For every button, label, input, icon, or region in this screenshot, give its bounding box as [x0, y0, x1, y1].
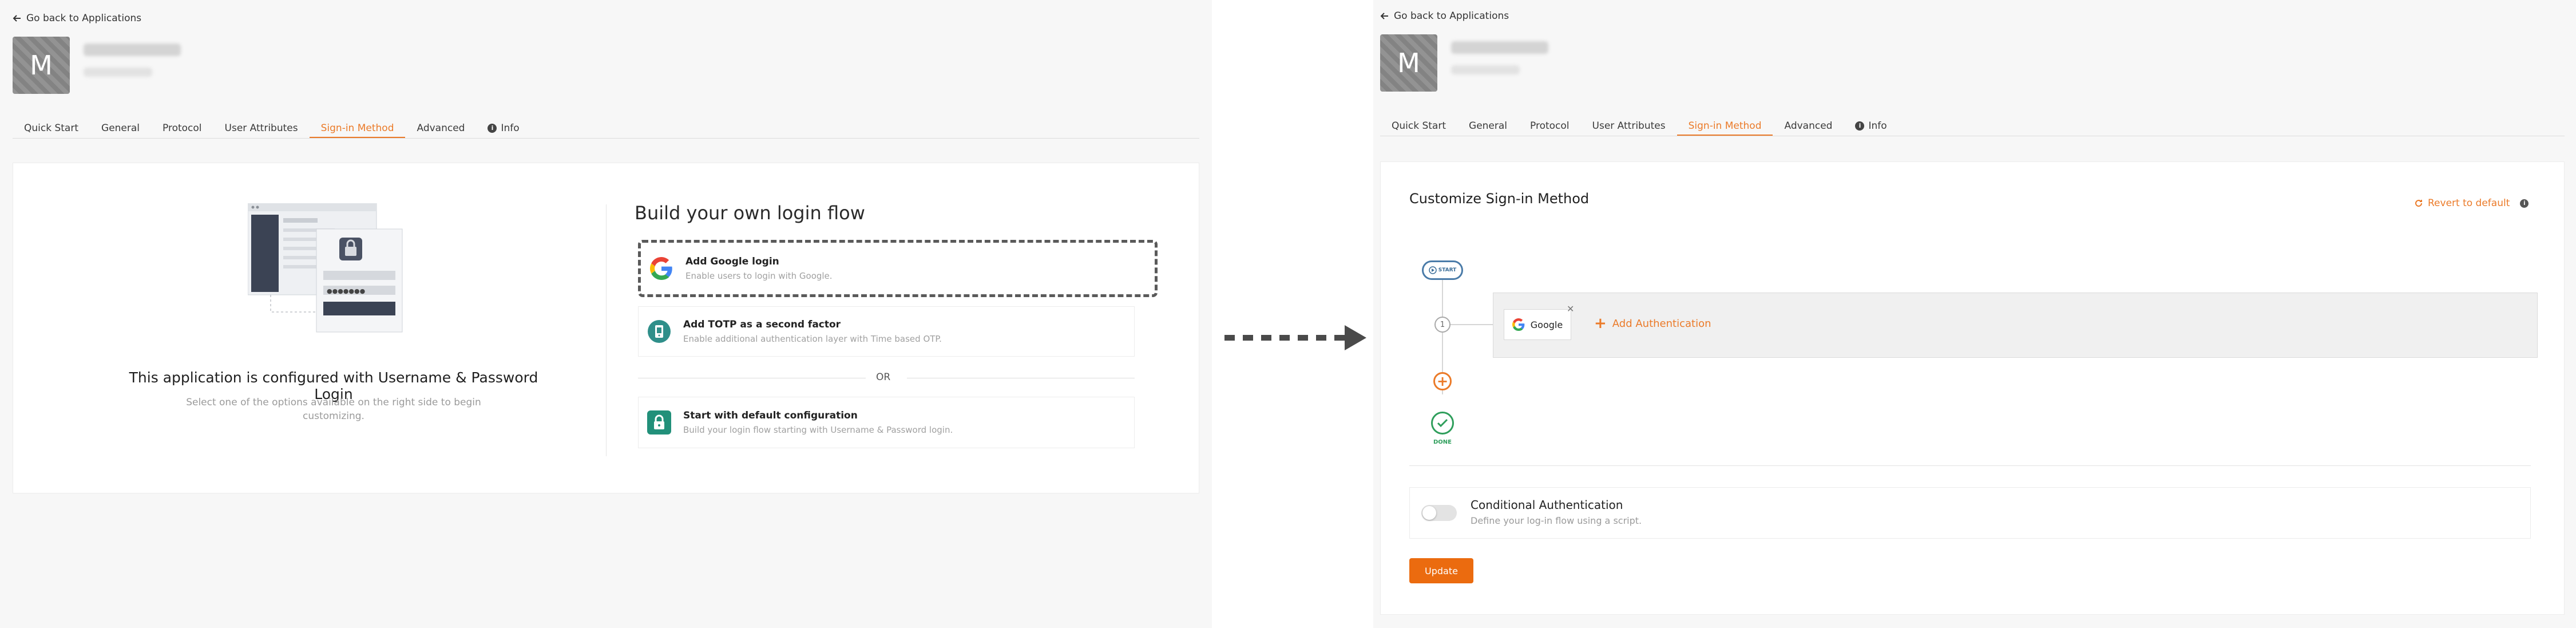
- section-divider: [1409, 465, 2531, 466]
- tab-general[interactable]: General: [1457, 117, 1519, 136]
- totp-icon: [647, 319, 672, 344]
- arrow-left-icon: [1380, 13, 1388, 19]
- back-label: Go back to Applications: [26, 13, 142, 24]
- tab-user-attributes[interactable]: User Attributes: [213, 119, 310, 138]
- right-screenshot-panel: Go back to Applications M Quick Start Gen…: [1373, 0, 2576, 628]
- option-subtitle: Enable users to login with Google.: [685, 271, 833, 281]
- back-to-applications-link[interactable]: Go back to Applications: [1380, 10, 1509, 22]
- tab-sign-in-method[interactable]: Sign-in Method: [1677, 117, 1773, 136]
- play-icon: [1428, 266, 1437, 274]
- revert-to-default-button[interactable]: Revert to default i: [2414, 198, 2529, 209]
- configured-subtitle: Select one of the options available on t…: [186, 397, 481, 422]
- transition-arrow-icon: [1224, 325, 1366, 350]
- add-step-button[interactable]: +: [1433, 372, 1452, 390]
- vertical-divider: [606, 204, 607, 456]
- tab-bar: Quick Start General Protocol User Attribute…: [1380, 117, 2565, 136]
- customize-card: Customize Sign-in Method Revert to defau…: [1380, 161, 2565, 615]
- tab-protocol[interactable]: Protocol: [151, 119, 213, 138]
- plus-icon: +: [1594, 315, 1607, 332]
- tab-info[interactable]: i Info: [476, 119, 530, 138]
- app-name-redacted: [84, 44, 181, 56]
- back-to-applications-link[interactable]: Go back to Applications: [13, 13, 141, 24]
- check-icon: [1437, 418, 1448, 428]
- google-authenticator-chip[interactable]: Google: [1504, 309, 1571, 340]
- tab-general[interactable]: General: [90, 119, 151, 138]
- option-title: Add Google login: [685, 256, 779, 267]
- tab-label: Advanced: [417, 122, 465, 134]
- add-totp-option[interactable]: Add TOTP as a second factor Enable addit…: [638, 306, 1135, 357]
- arrow-left-icon: [13, 15, 21, 22]
- app-avatar: M: [13, 37, 70, 94]
- tab-label: Info: [501, 122, 520, 134]
- start-node: START: [1422, 260, 1463, 280]
- tab-label: General: [101, 122, 140, 134]
- tab-label: Advanced: [1784, 120, 1833, 132]
- update-button[interactable]: Update: [1409, 558, 1473, 583]
- default-config-option[interactable]: Start with default configuration Build y…: [638, 397, 1135, 448]
- google-chip-label: Google: [1530, 319, 1563, 330]
- tab-label: Protocol: [163, 122, 202, 134]
- option-subtitle: Build your login flow starting with User…: [683, 425, 953, 435]
- conditional-auth-section: Conditional Authentication Define your l…: [1409, 487, 2531, 539]
- step-1-factor-box: Google ✕ + Add Authentication: [1493, 293, 2538, 358]
- tab-advanced[interactable]: Advanced: [405, 119, 476, 138]
- sign-in-card: ●●●●●●● This application is configured w…: [13, 163, 1199, 493]
- login-illustration: ●●●●●●●: [248, 203, 403, 333]
- app-avatar: M: [1380, 34, 1437, 92]
- info-icon: i: [1855, 121, 1865, 131]
- conditional-auth-title: Conditional Authentication: [1471, 498, 1623, 512]
- conditional-auth-toggle[interactable]: [1421, 505, 1457, 521]
- svg-text:●●●●●●●: ●●●●●●●: [327, 287, 365, 295]
- tab-label: Sign-in Method: [320, 122, 394, 134]
- tab-info[interactable]: i Info: [1844, 117, 1898, 136]
- back-label: Go back to Applications: [1394, 10, 1509, 22]
- tab-label: General: [1469, 120, 1508, 132]
- add-authentication-button[interactable]: + Add Authentication: [1594, 316, 1711, 331]
- info-icon: i: [488, 123, 497, 133]
- left-screenshot-panel: Go back to Applications M Quick Start Gen…: [0, 0, 1212, 628]
- lock-icon: [647, 410, 672, 435]
- info-icon: i: [2520, 199, 2529, 208]
- tab-label: Info: [1868, 120, 1887, 132]
- tab-label: Sign-in Method: [1688, 120, 1762, 132]
- build-flow-title: Build your own login flow: [635, 202, 865, 224]
- google-icon: [649, 256, 674, 281]
- step-connector: [1451, 324, 1493, 325]
- done-node: [1431, 412, 1454, 435]
- tab-label: User Attributes: [1592, 120, 1666, 132]
- add-google-login-option[interactable]: Add Google login Enable users to login w…: [638, 240, 1158, 297]
- option-subtitle: Enable additional authentication layer w…: [683, 334, 942, 344]
- tab-user-attributes[interactable]: User Attributes: [1581, 117, 1677, 136]
- app-description-redacted: [1451, 65, 1520, 74]
- step-number: 1: [1434, 317, 1451, 333]
- tab-quick-start[interactable]: Quick Start: [13, 119, 90, 138]
- option-title: Start with default configuration: [683, 410, 858, 421]
- close-icon[interactable]: ✕: [1567, 305, 1574, 314]
- refresh-icon: [2415, 200, 2423, 207]
- tab-protocol[interactable]: Protocol: [1519, 117, 1581, 136]
- tab-label: Quick Start: [24, 122, 79, 134]
- tab-label: Protocol: [1530, 120, 1570, 132]
- option-title: Add TOTP as a second factor: [683, 319, 841, 330]
- tab-bar: Quick Start General Protocol User Attribute…: [13, 119, 1199, 139]
- tab-label: User Attributes: [224, 122, 298, 134]
- tab-quick-start[interactable]: Quick Start: [1380, 117, 1457, 136]
- tab-advanced[interactable]: Advanced: [1773, 117, 1844, 136]
- customize-title: Customize Sign-in Method: [1409, 191, 1590, 207]
- or-label: OR: [876, 372, 891, 383]
- tab-sign-in-method[interactable]: Sign-in Method: [309, 119, 406, 138]
- app-description-redacted: [84, 68, 152, 77]
- google-icon: [1512, 318, 1525, 331]
- done-label: DONE: [1433, 439, 1452, 445]
- app-name-redacted: [1451, 41, 1548, 54]
- conditional-auth-subtitle: Define your log-in flow using a script.: [1471, 515, 1642, 526]
- tab-label: Quick Start: [1392, 120, 1446, 132]
